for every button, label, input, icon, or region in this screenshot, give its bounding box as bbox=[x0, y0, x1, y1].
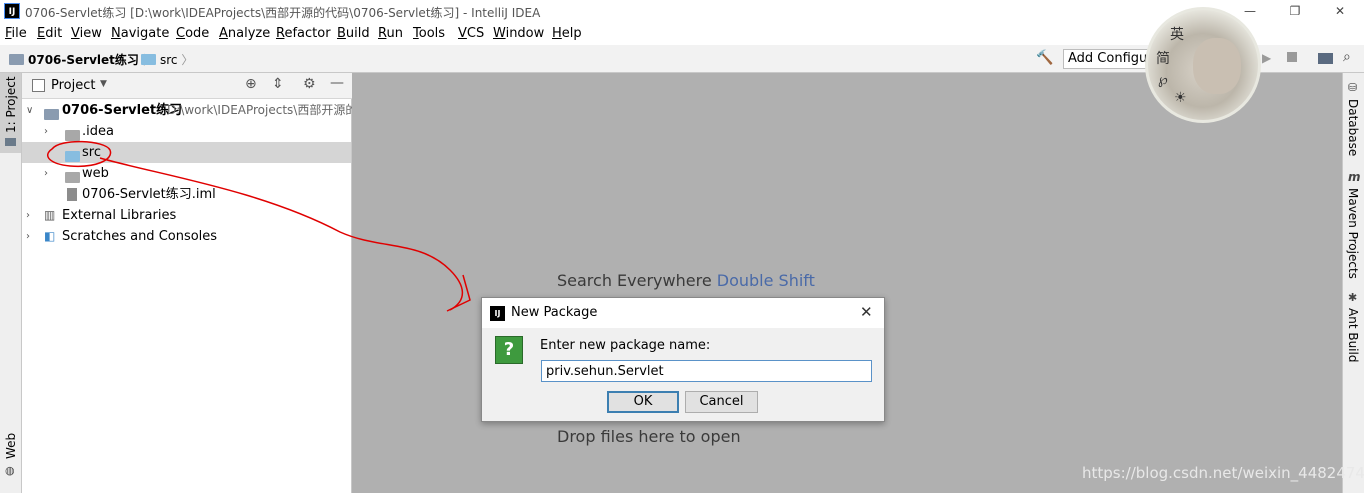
avatar-overlay: 英 简 ℘ ☀ bbox=[1145, 7, 1261, 123]
watermark: https://blog.csdn.net/weixin_44824745 bbox=[1082, 464, 1364, 482]
avatar-face bbox=[1193, 38, 1241, 94]
annotation-circle bbox=[47, 140, 112, 168]
annotation-arrow bbox=[99, 157, 464, 311]
